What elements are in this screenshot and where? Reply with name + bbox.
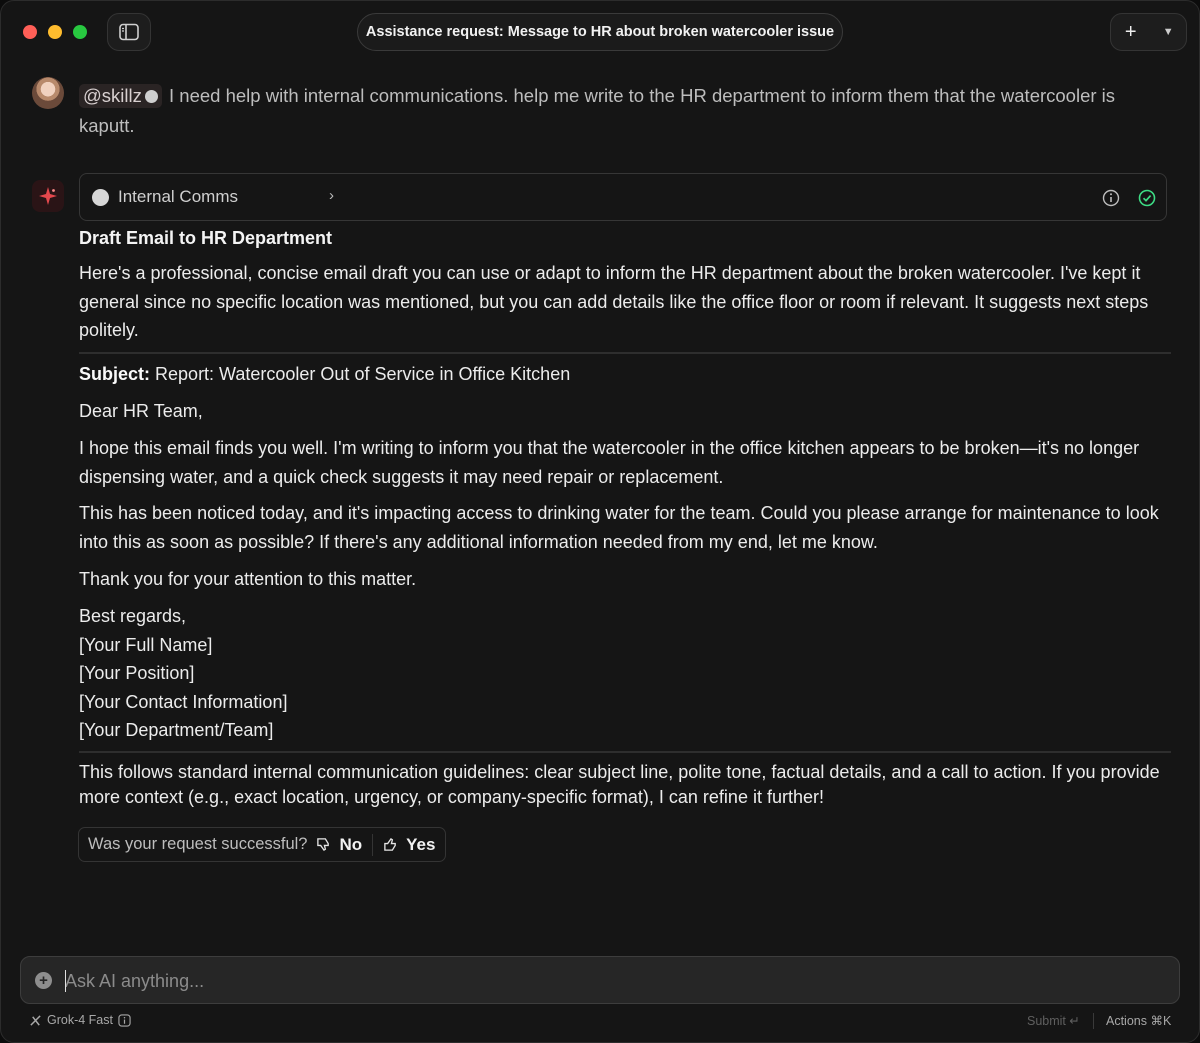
- new-chat-group: + ▼: [1110, 13, 1187, 51]
- thumbs-down-icon: [317, 838, 330, 852]
- feedback-yes-label: Yes: [406, 834, 436, 854]
- email-body-2: This has been noticed today, and it's im…: [79, 503, 1159, 552]
- email-subject: Subject: Report: Watercooler Out of Serv…: [79, 360, 1171, 389]
- grok-logo-icon: [30, 1014, 41, 1026]
- thumbs-up-icon: [384, 837, 396, 851]
- text-caret: [65, 970, 66, 992]
- check-circle-icon: [1138, 189, 1156, 207]
- divider: [79, 751, 1171, 753]
- info-icon[interactable]: [118, 1013, 131, 1027]
- actions-button[interactable]: Actions ⌘K: [1106, 1013, 1171, 1028]
- new-chat-button[interactable]: +: [1111, 13, 1150, 51]
- zoom-window-button[interactable]: [73, 25, 87, 39]
- skill-card[interactable]: Internal Comms ›: [79, 173, 1167, 221]
- mention-label: @skillz: [83, 85, 142, 106]
- info-icon[interactable]: [1102, 189, 1120, 207]
- user-avatar: [32, 77, 64, 109]
- model-name: Grok-4 Fast: [47, 1013, 113, 1027]
- email-greeting: Dear HR Team,: [79, 401, 203, 421]
- subject-label: Subject:: [79, 364, 151, 384]
- subject-value: Report: Watercooler Out of Service in Of…: [155, 364, 571, 384]
- sidebar-toggle-button[interactable]: [107, 13, 151, 51]
- feedback-bar: Was your request successful? No Yes: [78, 827, 446, 862]
- signoff-line: Best regards,: [79, 606, 187, 626]
- signoff-line: [Your Full Name]: [79, 634, 213, 655]
- sidebar-icon: [119, 23, 139, 41]
- feedback-divider: [372, 833, 374, 856]
- divider: [79, 352, 1171, 354]
- email-thanks: Thank you for your attention to this mat…: [79, 569, 417, 589]
- skill-icon: [144, 90, 158, 103]
- app-window: Assistance request: Message to HR about …: [0, 0, 1200, 1043]
- chevron-down-icon[interactable]: ▼: [1150, 13, 1186, 51]
- feedback-no-label: No: [339, 834, 363, 854]
- conversation-title[interactable]: Assistance request: Message to HR about …: [357, 13, 843, 51]
- model-selector[interactable]: Grok-4 Fast: [29, 1013, 131, 1027]
- email-signoff: Best regards, [Your Full Name] [Your Pos…: [79, 602, 1171, 745]
- signoff-line: [Your Contact Information]: [79, 691, 288, 712]
- response-closing: This follows standard internal communica…: [79, 762, 1160, 807]
- skill-name: Internal Comms: [118, 187, 238, 206]
- assistant-logo: [32, 180, 64, 212]
- user-message-text: I need help with internal communications…: [79, 85, 1116, 136]
- title-bar: Assistance request: Message to HR about …: [1, 1, 1199, 63]
- footer-divider: [1093, 1013, 1094, 1029]
- feedback-yes-button[interactable]: Yes: [383, 835, 435, 855]
- response-intro: Here's a professional, concise email dra…: [79, 263, 1149, 340]
- add-attachment-icon[interactable]: +: [35, 972, 52, 989]
- signoff-line: [Your Position]: [79, 663, 195, 683]
- ask-input[interactable]: [65, 967, 1155, 995]
- internal-comms-icon: [92, 189, 109, 206]
- minimize-window-button[interactable]: [48, 25, 62, 39]
- signoff-line: [Your Department/Team]: [79, 720, 274, 740]
- composer: +: [20, 956, 1180, 1004]
- email-body-1: I hope this email finds you well. I'm wr…: [79, 438, 1140, 487]
- chevron-right-icon[interactable]: ›: [329, 187, 334, 204]
- footer-bar: Grok-4 Fast Submit ↵ Actions ⌘K: [1, 1011, 1199, 1033]
- close-window-button[interactable]: [23, 25, 37, 39]
- user-message: @skillz I need help with internal commun…: [79, 81, 1169, 141]
- skill-mention[interactable]: @skillz: [79, 84, 162, 108]
- response-title: Draft Email to HR Department: [79, 228, 333, 248]
- feedback-question: Was your request successful?: [88, 835, 308, 853]
- submit-button[interactable]: Submit ↵: [1027, 1013, 1080, 1028]
- feedback-no-button[interactable]: No: [316, 835, 362, 855]
- sparkle-icon: [39, 187, 57, 205]
